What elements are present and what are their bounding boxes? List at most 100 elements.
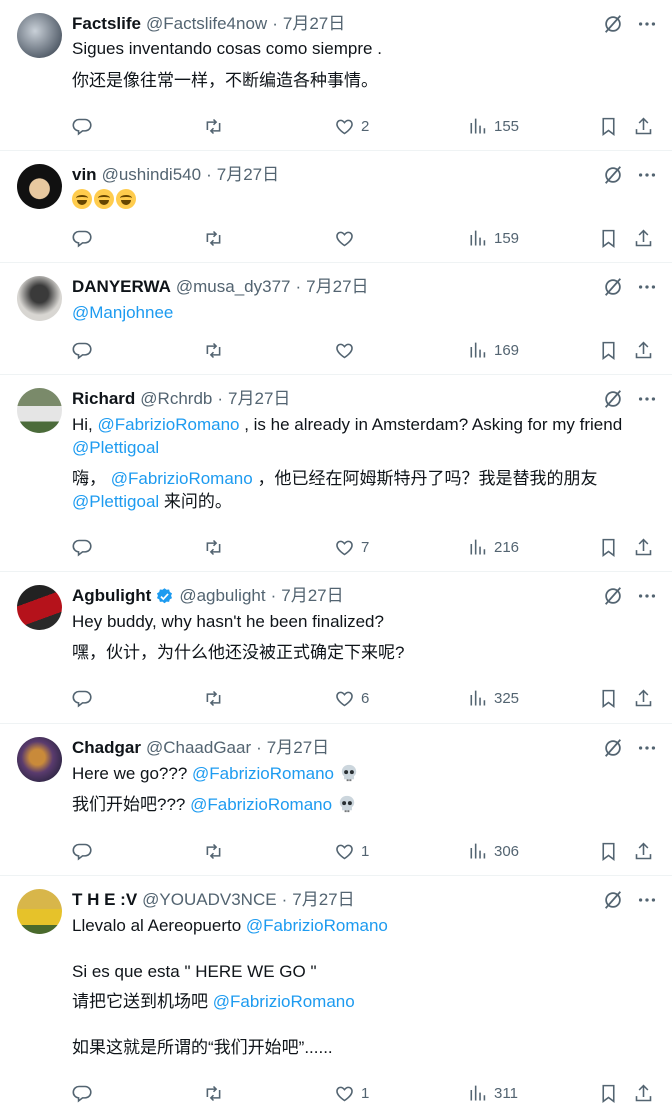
views-button[interactable]: 306 xyxy=(467,839,519,863)
retweet-button[interactable] xyxy=(203,338,224,362)
user-handle[interactable]: @ChaadGaar xyxy=(146,737,251,759)
avatar[interactable] xyxy=(17,276,62,321)
share-button[interactable] xyxy=(633,114,654,138)
mention-link[interactable]: @FabrizioRomano xyxy=(190,795,332,814)
display-name[interactable]: DANYERWA xyxy=(72,276,171,298)
mention-link[interactable]: @FabrizioRomano xyxy=(246,916,388,935)
reply-button[interactable] xyxy=(72,1081,93,1105)
views-button[interactable]: 325 xyxy=(467,686,519,710)
grok-icon[interactable] xyxy=(602,585,624,607)
user-handle[interactable]: @Factslife4now xyxy=(146,13,267,35)
more-icon[interactable] xyxy=(636,276,658,298)
share-button[interactable] xyxy=(633,226,654,250)
bookmark-button[interactable] xyxy=(598,535,619,559)
grok-icon[interactable] xyxy=(602,889,624,911)
timestamp[interactable]: 7月27日 xyxy=(217,164,279,186)
like-button[interactable]: 6 xyxy=(334,686,369,710)
bookmark-button[interactable] xyxy=(598,338,619,362)
retweet-button[interactable] xyxy=(203,114,224,138)
more-icon[interactable] xyxy=(636,585,658,607)
retweet-button[interactable] xyxy=(203,226,224,250)
grok-icon[interactable] xyxy=(602,737,624,759)
bookmark-button[interactable] xyxy=(598,226,619,250)
user-handle[interactable]: @agbulight xyxy=(179,585,265,607)
avatar[interactable] xyxy=(17,13,62,58)
avatar[interactable] xyxy=(17,585,62,630)
timestamp[interactable]: 7月27日 xyxy=(292,889,354,911)
timestamp[interactable]: 7月27日 xyxy=(267,737,329,759)
share-button[interactable] xyxy=(633,535,654,559)
timestamp[interactable]: 7月27日 xyxy=(306,276,368,298)
reply-button[interactable] xyxy=(72,686,93,710)
reply-button[interactable] xyxy=(72,114,93,138)
display-name[interactable]: Richard xyxy=(72,388,135,410)
like-button[interactable]: 2 xyxy=(334,114,369,138)
share-button[interactable] xyxy=(633,1081,654,1105)
like-button[interactable] xyxy=(334,226,355,250)
bookmark-button[interactable] xyxy=(598,114,619,138)
views-button[interactable]: 159 xyxy=(467,226,519,250)
mention-link[interactable]: @Plettigoal xyxy=(72,492,159,511)
views-button[interactable]: 169 xyxy=(467,338,519,362)
bookmark-button[interactable] xyxy=(598,686,619,710)
more-icon[interactable] xyxy=(636,164,658,186)
reply-tweet[interactable]: DANYERWA @musa_dy377 · 7月27日 @Manjohnee … xyxy=(0,263,672,375)
more-icon[interactable] xyxy=(636,388,658,410)
like-button[interactable]: 1 xyxy=(334,1081,369,1105)
views-button[interactable]: 216 xyxy=(467,535,519,559)
reply-tweet[interactable]: Chadgar @ChaadGaar · 7月27日 Here we go???… xyxy=(0,724,672,876)
display-name[interactable]: T H E :V xyxy=(72,889,137,911)
mention-link[interactable]: @FabrizioRomano xyxy=(213,992,355,1011)
mention-link[interactable]: @Manjohnee xyxy=(72,303,173,322)
timestamp[interactable]: 7月27日 xyxy=(283,13,345,35)
reply-button[interactable] xyxy=(72,535,93,559)
user-handle[interactable]: @musa_dy377 xyxy=(176,276,291,298)
mention-link[interactable]: @FabrizioRomano xyxy=(192,764,334,783)
user-handle[interactable]: @Rchrdb xyxy=(140,388,212,410)
reply-tweet[interactable]: T H E :V @YOUADV3NCE · 7月27日 Llevalo al … xyxy=(0,876,672,1118)
reply-tweet[interactable]: Agbulight @agbulight · 7月27日 Hey buddy, … xyxy=(0,572,672,724)
retweet-button[interactable] xyxy=(203,686,224,710)
user-handle[interactable]: @YOUADV3NCE xyxy=(142,889,276,911)
like-button[interactable] xyxy=(334,338,355,362)
grok-icon[interactable] xyxy=(602,388,624,410)
avatar[interactable] xyxy=(17,164,62,209)
more-icon[interactable] xyxy=(636,889,658,911)
retweet-button[interactable] xyxy=(203,1081,224,1105)
views-button[interactable]: 155 xyxy=(467,114,519,138)
grok-icon[interactable] xyxy=(602,13,624,35)
more-icon[interactable] xyxy=(636,13,658,35)
avatar[interactable] xyxy=(17,889,62,934)
reply-tweet[interactable]: Richard @Rchrdb · 7月27日 Hi, @FabrizioRom… xyxy=(0,375,672,572)
timestamp[interactable]: 7月27日 xyxy=(281,585,343,607)
more-icon[interactable] xyxy=(636,737,658,759)
grok-icon[interactable] xyxy=(602,164,624,186)
reply-tweet[interactable]: Factslife @Factslife4now · 7月27日 Sigues … xyxy=(0,0,672,151)
share-button[interactable] xyxy=(633,839,654,863)
like-button[interactable]: 1 xyxy=(334,839,369,863)
retweet-button[interactable] xyxy=(203,535,224,559)
user-handle[interactable]: @ushindi540 xyxy=(102,164,202,186)
reply-button[interactable] xyxy=(72,839,93,863)
like-button[interactable]: 7 xyxy=(334,535,369,559)
views-button[interactable]: 311 xyxy=(467,1081,518,1105)
mention-link[interactable]: @FabrizioRomano xyxy=(111,469,253,488)
bookmark-button[interactable] xyxy=(598,1081,619,1105)
avatar[interactable] xyxy=(17,737,62,782)
display-name[interactable]: Agbulight xyxy=(72,585,151,607)
reply-button[interactable] xyxy=(72,226,93,250)
display-name[interactable]: vin xyxy=(72,164,97,186)
reply-button[interactable] xyxy=(72,338,93,362)
mention-link[interactable]: @Plettigoal xyxy=(72,438,159,457)
bookmark-button[interactable] xyxy=(598,839,619,863)
share-button[interactable] xyxy=(633,686,654,710)
share-button[interactable] xyxy=(633,338,654,362)
display-name[interactable]: Factslife xyxy=(72,13,141,35)
mention-link[interactable]: @FabrizioRomano xyxy=(98,415,240,434)
avatar[interactable] xyxy=(17,388,62,433)
display-name[interactable]: Chadgar xyxy=(72,737,141,759)
retweet-button[interactable] xyxy=(203,839,224,863)
timestamp[interactable]: 7月27日 xyxy=(228,388,290,410)
grok-icon[interactable] xyxy=(602,276,624,298)
reply-tweet[interactable]: vin @ushindi540 · 7月27日 159 xyxy=(0,151,672,263)
